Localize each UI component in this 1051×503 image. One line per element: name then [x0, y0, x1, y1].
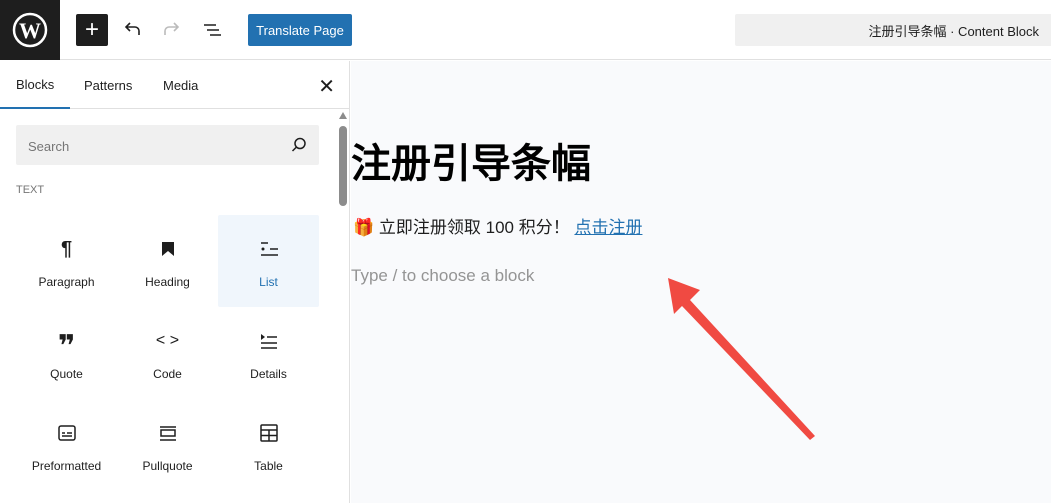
block-code[interactable]: < > Code	[117, 307, 218, 399]
add-block-button[interactable]: +	[76, 14, 108, 46]
register-link[interactable]: 点击注册	[574, 218, 642, 237]
scroll-up-arrow[interactable]	[339, 112, 347, 119]
block-label: Paragraph	[38, 275, 95, 289]
paragraph-icon: ¶	[60, 237, 73, 260]
block-label: Quote	[50, 367, 83, 381]
block-heading[interactable]: Heading	[117, 215, 218, 307]
list-icon	[259, 237, 279, 261]
quote-icon: ❞	[57, 330, 76, 363]
block-table[interactable]: Table	[218, 399, 319, 491]
block-label: Table	[254, 459, 283, 473]
table-icon	[259, 421, 278, 445]
wordpress-logo-button[interactable]: W	[0, 0, 60, 60]
block-inserter-panel: Blocks Patterns Media ✕ Search TEXT ¶ Par…	[0, 61, 350, 503]
block-quote[interactable]: ❞ Quote	[16, 307, 117, 399]
redo-button[interactable]	[156, 14, 188, 46]
editor-canvas[interactable]: 注册引导条幅 🎁 立即注册领取 100 积分！ 点击注册 Type / to c…	[351, 61, 1051, 503]
block-label: Pullquote	[142, 459, 193, 473]
code-icon: < >	[155, 332, 180, 349]
details-icon	[259, 329, 279, 353]
paragraph-text: 立即注册领取 100 积分！	[378, 218, 570, 237]
translate-page-button[interactable]: Translate Page	[248, 14, 352, 46]
tab-media[interactable]: Media	[163, 61, 198, 109]
plus-icon: +	[84, 16, 99, 43]
heading-icon	[161, 237, 175, 261]
top-toolbar: W + Translate Page 注册引导条幅 · Content Bloc…	[0, 0, 1051, 60]
block-list[interactable]: List	[218, 215, 319, 307]
block-placeholder[interactable]: Type / to choose a block	[351, 266, 534, 286]
tab-blocks[interactable]: Blocks	[0, 61, 71, 109]
block-details[interactable]: Details	[218, 307, 319, 399]
document-overview-button[interactable]	[196, 14, 228, 46]
block-label: Preformatted	[31, 459, 102, 473]
wordpress-icon: W	[12, 12, 48, 48]
block-label: Heading	[145, 275, 190, 289]
search-placeholder: Search	[28, 139, 70, 154]
undo-button[interactable]	[116, 14, 148, 46]
preformatted-icon	[57, 421, 76, 445]
undo-icon	[124, 22, 140, 35]
search-icon	[291, 137, 306, 152]
scrollbar-thumb[interactable]	[339, 126, 347, 206]
block-label: Details	[250, 367, 287, 381]
close-icon[interactable]: ✕	[318, 74, 335, 99]
svg-text:W: W	[19, 18, 41, 43]
redo-icon	[164, 22, 180, 35]
block-preformatted[interactable]: Preformatted	[16, 399, 117, 491]
block-label: List	[259, 275, 278, 289]
paragraph-block[interactable]: 🎁 立即注册领取 100 积分！ 点击注册	[353, 213, 642, 238]
page-title[interactable]: 注册引导条幅	[351, 131, 591, 189]
search-input[interactable]: Search	[16, 125, 319, 165]
document-title-bar[interactable]: 注册引导条幅 · Content Block	[735, 14, 1051, 46]
block-pullquote[interactable]: Pullquote	[117, 399, 218, 491]
list-view-icon	[204, 24, 221, 36]
gift-icon: 🎁	[353, 218, 375, 237]
block-label: Code	[153, 367, 182, 381]
tab-patterns[interactable]: Patterns	[84, 61, 132, 109]
pullquote-icon	[159, 421, 177, 445]
category-label: TEXT	[16, 184, 45, 196]
block-paragraph[interactable]: ¶ Paragraph	[16, 215, 117, 307]
